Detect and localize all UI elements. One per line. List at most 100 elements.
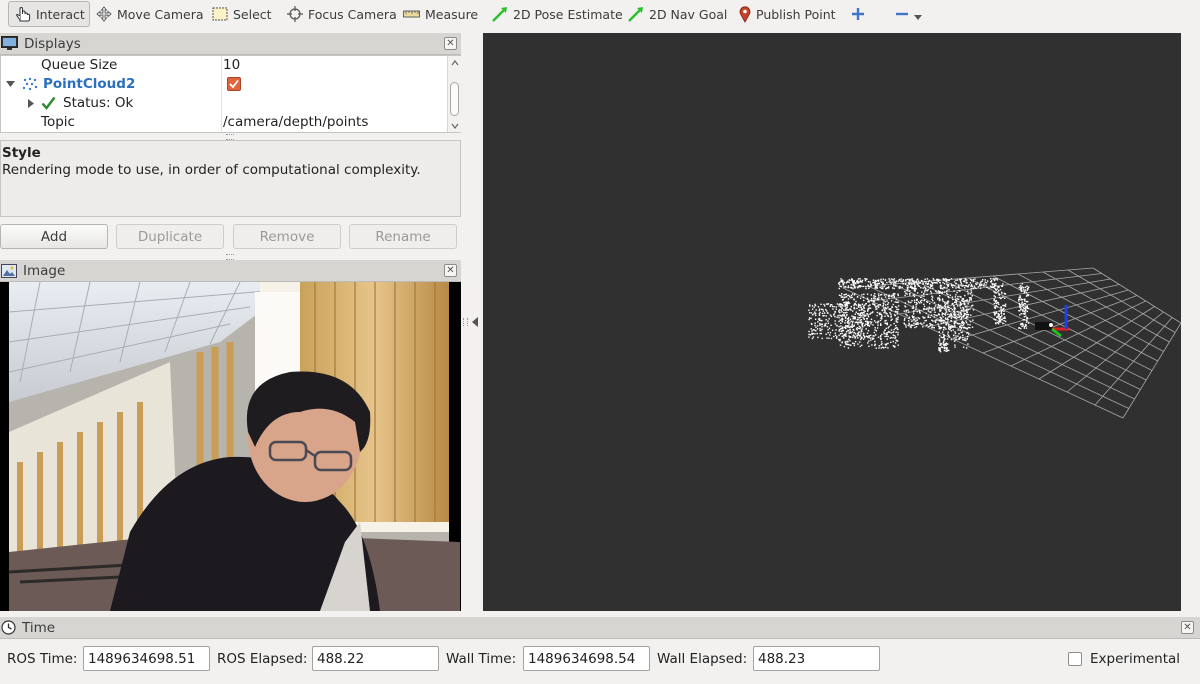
point <box>883 285 885 288</box>
point <box>887 287 890 289</box>
point <box>851 322 854 324</box>
close-time-panel-button[interactable]: ✕ <box>1181 621 1194 634</box>
point <box>930 281 933 283</box>
point <box>995 283 997 285</box>
point <box>884 343 886 345</box>
point <box>953 290 955 292</box>
point <box>947 331 949 333</box>
point <box>894 306 897 308</box>
pose-estimate-label: 2D Pose Estimate <box>513 6 623 22</box>
point <box>840 279 843 282</box>
point <box>890 300 893 302</box>
point <box>887 331 890 333</box>
3d-render-view[interactable] <box>483 33 1181 611</box>
interact-tool-button[interactable]: Interact <box>8 1 90 27</box>
point <box>972 280 974 283</box>
point <box>947 283 950 286</box>
point <box>849 328 851 331</box>
focus-camera-tool-button[interactable]: Focus Camera <box>287 1 397 27</box>
point <box>870 323 872 325</box>
wall-time-label: Wall Time: <box>446 651 517 667</box>
experimental-checkbox[interactable] <box>1068 652 1082 666</box>
nav-goal-tool-button[interactable]: 2D Nav Goal <box>628 1 727 27</box>
point <box>856 296 859 298</box>
measure-tool-button[interactable]: Measure <box>403 1 478 27</box>
point <box>844 317 847 319</box>
point <box>922 283 924 285</box>
wall-time-field[interactable] <box>523 646 650 671</box>
select-tool-button[interactable]: Select <box>212 1 272 27</box>
publish-point-tool-button[interactable]: Publish Point <box>739 1 836 27</box>
point <box>822 310 825 312</box>
point <box>882 282 884 285</box>
point <box>897 334 899 336</box>
point <box>873 296 875 299</box>
remove-tool-menu-button[interactable] <box>895 1 922 27</box>
queue-size-value[interactable]: 10 <box>223 57 240 73</box>
ros-elapsed-field[interactable] <box>312 646 439 671</box>
point <box>935 290 937 292</box>
scroll-up-arrow-icon[interactable] <box>449 59 461 67</box>
point <box>844 303 846 306</box>
add-tool-button[interactable] <box>851 1 865 27</box>
point <box>850 297 852 299</box>
point <box>911 300 913 302</box>
tree-row-status[interactable]: Status: Ok <box>1 94 447 113</box>
point <box>845 293 847 295</box>
tree-row-queue-size[interactable]: Queue Size 10 <box>1 56 447 75</box>
splitter-collapse-arrow-icon[interactable] <box>471 317 479 327</box>
point <box>952 326 954 328</box>
point <box>924 320 926 322</box>
scroll-down-arrow-icon[interactable] <box>449 122 461 130</box>
tree-row-pointcloud2[interactable]: PointCloud2 <box>1 75 447 94</box>
point <box>874 298 877 300</box>
close-image-panel-button[interactable]: ✕ <box>444 264 457 277</box>
point <box>981 280 983 282</box>
point <box>1023 319 1026 321</box>
scrollbar-thumb[interactable] <box>450 82 459 116</box>
point <box>865 328 867 330</box>
move-camera-tool-button[interactable]: Move Camera <box>96 1 204 27</box>
wall-elapsed-field[interactable] <box>753 646 880 671</box>
point <box>846 343 849 346</box>
point <box>963 321 965 324</box>
add-display-button[interactable]: Add <box>0 224 108 249</box>
expand-arrow-icon[interactable] <box>27 99 35 108</box>
point <box>873 331 876 334</box>
collapse-arrow-icon[interactable] <box>6 80 15 89</box>
point <box>907 309 909 311</box>
point <box>892 293 895 295</box>
pose-estimate-tool-button[interactable]: 2D Pose Estimate <box>492 1 623 27</box>
rename-display-button[interactable]: Rename <box>349 224 457 249</box>
point <box>914 286 916 288</box>
point <box>967 323 969 326</box>
point <box>933 307 935 309</box>
point <box>906 285 908 287</box>
point <box>915 320 917 322</box>
displays-tree-scrollbar[interactable] <box>447 56 461 132</box>
point <box>1024 290 1026 292</box>
point <box>910 286 912 288</box>
point <box>1000 297 1002 300</box>
pointcloud2-enabled-checkbox[interactable] <box>227 77 241 91</box>
point <box>955 335 957 337</box>
point <box>821 325 823 328</box>
duplicate-display-button[interactable]: Duplicate <box>116 224 224 249</box>
remove-display-button[interactable]: Remove <box>233 224 341 249</box>
vertical-splitter-handle[interactable] <box>463 318 468 326</box>
point <box>939 286 941 288</box>
point <box>852 342 854 344</box>
point <box>883 347 885 349</box>
point <box>1019 314 1021 316</box>
point <box>939 295 941 297</box>
point <box>993 302 995 305</box>
tree-row-topic[interactable]: Topic /camera/depth/points <box>1 113 447 132</box>
topic-value[interactable]: /camera/depth/points <box>223 114 368 130</box>
point <box>892 287 894 289</box>
ros-time-field[interactable] <box>83 646 210 671</box>
close-displays-panel-button[interactable]: ✕ <box>444 37 457 50</box>
interact-label: Interact <box>36 6 85 22</box>
render-scrollbar[interactable] <box>1182 33 1196 611</box>
pointcloud-render[interactable] <box>483 33 1181 611</box>
point <box>937 279 939 281</box>
